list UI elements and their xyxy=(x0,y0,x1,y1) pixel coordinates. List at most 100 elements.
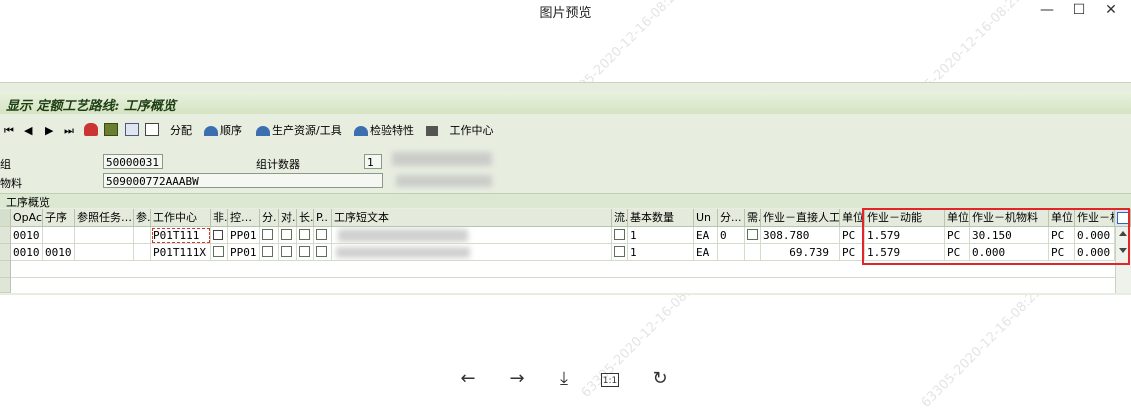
row-selector[interactable] xyxy=(0,261,11,278)
row-selector[interactable] xyxy=(0,244,11,261)
reference-task-cell[interactable] xyxy=(75,227,134,244)
control-key-cell[interactable]: PP01 xyxy=(228,244,260,261)
row-checkbox[interactable] xyxy=(260,244,279,261)
select-all-corner[interactable] xyxy=(0,209,11,227)
labor-activity-cell[interactable]: 308.780 xyxy=(761,227,840,244)
forward-arrow-icon[interactable]: → xyxy=(505,368,529,392)
unit-cell[interactable]: EA xyxy=(694,227,718,244)
row-checkbox[interactable] xyxy=(745,227,761,244)
allocate-button[interactable]: 分配 xyxy=(170,122,192,140)
suboperation-cell[interactable] xyxy=(43,227,75,244)
sequence-icon xyxy=(204,126,218,136)
column-header[interactable]: 工作中心 xyxy=(151,209,211,227)
row-checkbox[interactable] xyxy=(279,227,297,244)
sap-toolbar: ⏮ ◀ ▶ ⏭ 分配 顺序 生产资源/工具 检验特性 工作中心 xyxy=(0,118,1131,144)
prev-record-button[interactable]: ◀ xyxy=(24,122,32,140)
column-header[interactable]: 控… xyxy=(228,209,260,227)
reference-task-cell[interactable] xyxy=(75,244,134,261)
opac-cell[interactable]: 0010 xyxy=(11,244,43,261)
column-header[interactable]: 工序短文本 xyxy=(332,209,612,227)
column-header[interactable]: 基本数量 xyxy=(628,209,694,227)
material-label: 物料 xyxy=(0,177,22,190)
actual-size-button[interactable]: 1:1 xyxy=(601,373,619,387)
column-header[interactable]: 参照任务… xyxy=(75,209,134,227)
next-record-button[interactable]: ▶ xyxy=(45,122,53,140)
row-checkbox[interactable] xyxy=(297,227,314,244)
row-selector[interactable] xyxy=(0,278,11,293)
row-checkbox[interactable] xyxy=(260,227,279,244)
prt-button[interactable]: 生产资源/工具 xyxy=(256,122,342,140)
first-record-button[interactable]: ⏮ xyxy=(4,122,14,140)
column-header[interactable]: 对. xyxy=(279,209,297,227)
column-header[interactable]: 流. xyxy=(612,209,628,227)
workcenter-label: 工作中心 xyxy=(449,124,494,137)
column-header[interactable]: 长. xyxy=(297,209,314,227)
column-header[interactable]: 分. xyxy=(260,209,279,227)
control-key-cell[interactable]: PP01 xyxy=(228,227,260,244)
redacted-text xyxy=(396,175,492,187)
split-cell[interactable] xyxy=(718,244,745,261)
row-selector[interactable] xyxy=(0,227,11,244)
base-quantity-cell[interactable]: 1 xyxy=(628,244,694,261)
suboperation-cell[interactable]: 0010 xyxy=(43,244,75,261)
rotate-icon[interactable]: ↻ xyxy=(648,368,672,392)
workcenter-cell[interactable]: P01T111 xyxy=(151,227,211,244)
section-title: 工序概览 xyxy=(6,196,50,209)
labor-activity-cell[interactable]: 69.739 xyxy=(761,244,840,261)
redacted-text xyxy=(392,152,492,166)
column-header[interactable]: 非. xyxy=(211,209,228,227)
close-button[interactable]: ✕ xyxy=(1094,0,1128,22)
operation-text-cell[interactable] xyxy=(332,227,612,244)
table-icon[interactable] xyxy=(104,122,120,140)
operation-text-cell[interactable] xyxy=(332,244,612,261)
inspection-button[interactable]: 检验特性 xyxy=(354,122,414,140)
counter-field[interactable]: 1 xyxy=(364,154,382,169)
counter-label: 组计数器 xyxy=(256,158,300,171)
last-record-button[interactable]: ⏭ xyxy=(64,122,74,140)
material-field[interactable]: 509000772AAABW xyxy=(103,173,383,188)
workcenter-button[interactable]: 工作中心 xyxy=(426,122,494,140)
workcenter-icon xyxy=(426,126,438,136)
row-empty-cell[interactable] xyxy=(745,244,761,261)
watermark-text: 63305-2020-12-16-08:23 xyxy=(918,284,1046,411)
prt-icon xyxy=(256,126,270,136)
sap-title-bar: 显示 定额工艺路线: 工序概览 xyxy=(0,92,1131,114)
row-checkbox[interactable] xyxy=(612,244,628,261)
maximize-button[interactable]: ☐ xyxy=(1062,0,1096,22)
document-icon[interactable] xyxy=(125,122,141,140)
highlight-box xyxy=(862,208,1130,265)
reference-cell[interactable] xyxy=(134,244,151,261)
hat-icon[interactable] xyxy=(84,122,100,140)
row-checkbox[interactable] xyxy=(297,244,314,261)
window-title: 图片预览 xyxy=(539,6,592,21)
group-field[interactable]: 50000031 xyxy=(103,154,163,169)
column-header[interactable]: P.. xyxy=(314,209,332,227)
unit-cell[interactable]: EA xyxy=(694,244,718,261)
row-checkbox[interactable] xyxy=(314,227,332,244)
column-header[interactable]: 分... xyxy=(718,209,745,227)
column-header[interactable]: 参. xyxy=(134,209,151,227)
reference-cell[interactable] xyxy=(134,227,151,244)
back-arrow-icon[interactable]: ← xyxy=(456,368,480,392)
row-checkbox[interactable] xyxy=(612,227,628,244)
column-header[interactable]: 需. xyxy=(745,209,761,227)
edit-icon[interactable] xyxy=(145,122,161,140)
row-checkbox[interactable] xyxy=(314,244,332,261)
opac-cell[interactable]: 0010 xyxy=(11,227,43,244)
column-header[interactable]: Un xyxy=(694,209,718,227)
row-checkbox[interactable] xyxy=(211,244,228,261)
base-quantity-cell[interactable]: 1 xyxy=(628,227,694,244)
split-cell[interactable]: 0 xyxy=(718,227,745,244)
prt-label: 生产资源/工具 xyxy=(272,124,342,137)
column-header[interactable]: 子序 xyxy=(43,209,75,227)
copy-icon[interactable] xyxy=(211,227,228,244)
download-icon[interactable]: ⤓ xyxy=(552,368,576,392)
column-header[interactable]: 作业－直接人工 xyxy=(761,209,840,227)
sequence-label: 顺序 xyxy=(220,124,242,137)
inspection-label: 检验特性 xyxy=(370,124,414,137)
workcenter-cell[interactable]: P01T111X xyxy=(151,244,211,261)
sequence-button[interactable]: 顺序 xyxy=(204,122,242,140)
row-checkbox[interactable] xyxy=(279,244,297,261)
minimize-button[interactable]: — xyxy=(1030,0,1064,22)
column-header[interactable]: OpAc xyxy=(11,209,43,227)
